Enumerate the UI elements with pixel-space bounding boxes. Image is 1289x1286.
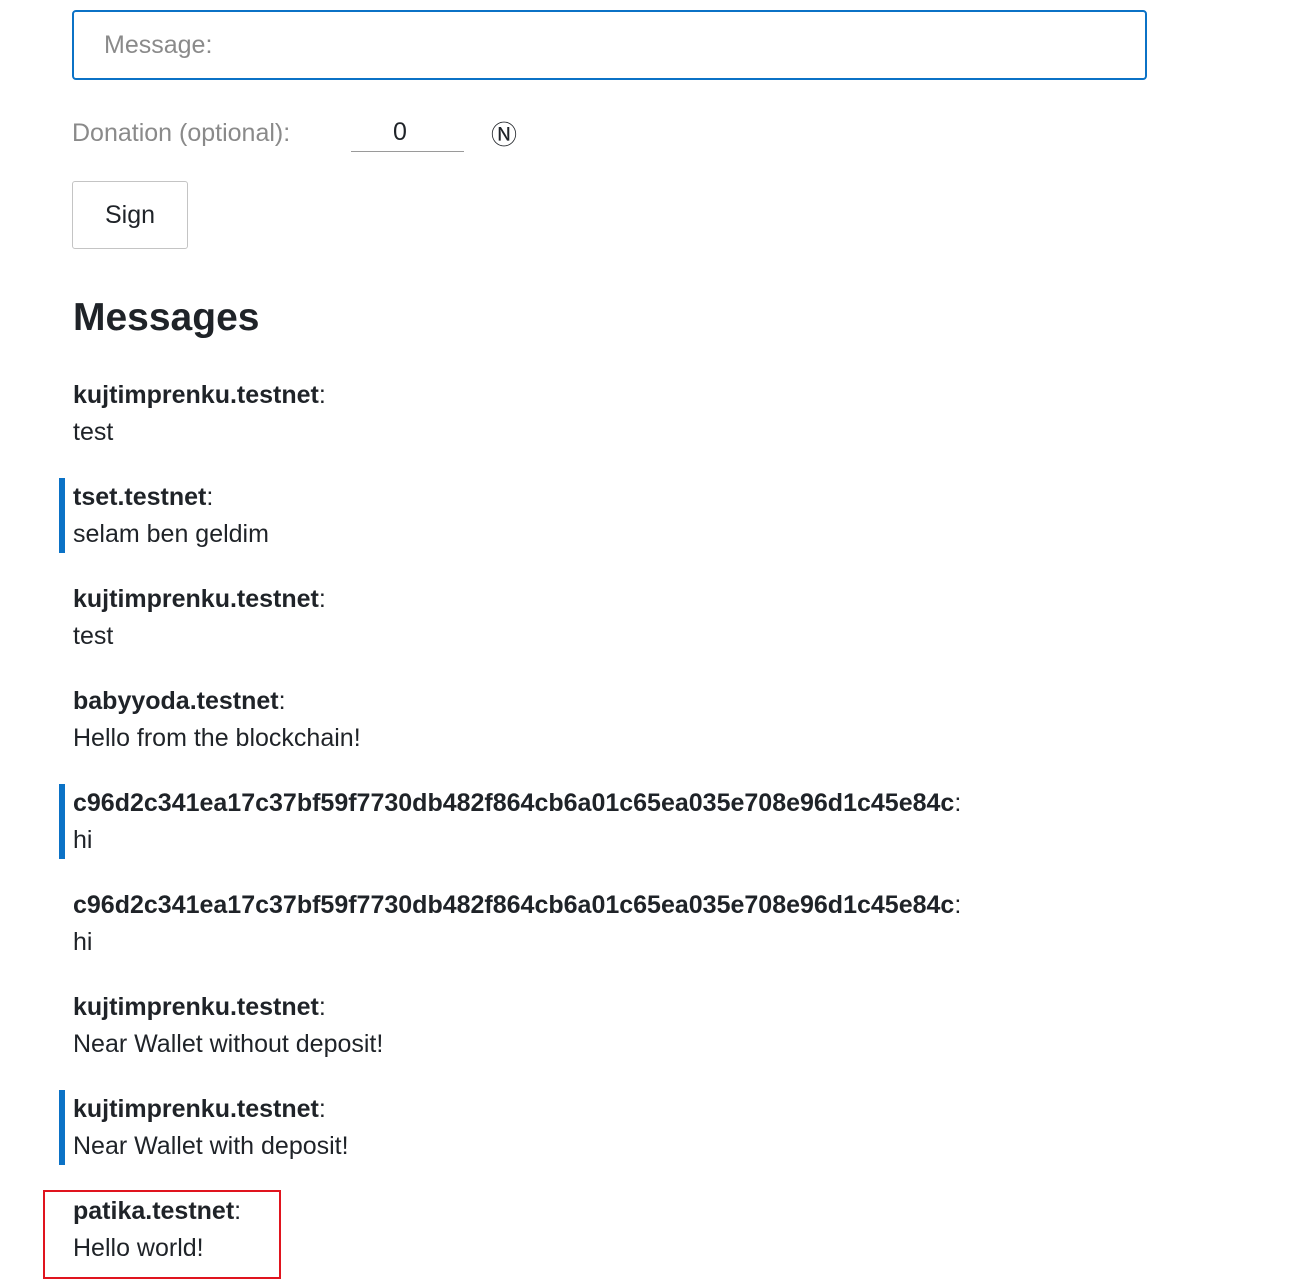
message-text: Near Wallet without deposit! (73, 1030, 384, 1058)
highlight-box (43, 1190, 281, 1279)
message-text: selam ben geldim (73, 520, 269, 548)
message-sender: c96d2c341ea17c37bf59f7730db482f864cb6a01… (73, 789, 955, 817)
message-sender: tset.testnet (73, 483, 207, 511)
message-field[interactable]: Message: (72, 10, 1147, 80)
sender-separator: : (318, 585, 326, 613)
sender-separator: : (206, 483, 214, 511)
sender-separator: : (954, 891, 962, 919)
sender-separator: : (318, 381, 326, 409)
donation-input[interactable] (351, 114, 464, 152)
donation-label: Donation (optional): (72, 118, 291, 147)
message-text: test (73, 418, 114, 446)
message-sender: kujtimprenku.testnet (73, 993, 319, 1021)
sender-separator: : (954, 789, 962, 817)
donation-row: Donation (optional): Ⓝ (72, 112, 517, 154)
message-text: hi (73, 826, 93, 854)
message-text: hi (73, 928, 93, 956)
message-sender: c96d2c341ea17c37bf59f7730db482f864cb6a01… (73, 891, 955, 919)
sign-button[interactable]: Sign (72, 181, 188, 249)
message-item: babyyoda.testnet: Hello from the blockch… (59, 682, 1209, 757)
message-item: kujtimprenku.testnet: test (59, 376, 1209, 451)
message-sender: kujtimprenku.testnet (73, 381, 319, 409)
message-text: Hello from the blockchain! (73, 724, 361, 752)
near-currency-icon: Ⓝ (491, 120, 518, 151)
sender-separator: : (278, 687, 286, 715)
sender-separator: : (318, 1095, 326, 1123)
message-item: c96d2c341ea17c37bf59f7730db482f864cb6a01… (59, 886, 1209, 961)
message-sender: kujtimprenku.testnet (73, 585, 319, 613)
message-item-premium: c96d2c341ea17c37bf59f7730db482f864cb6a01… (59, 784, 1209, 859)
messages-heading: Messages (73, 296, 260, 339)
message-text: Near Wallet with deposit! (73, 1132, 349, 1160)
message-sender: kujtimprenku.testnet (73, 1095, 319, 1123)
message-item-premium: tset.testnet: selam ben geldim (59, 478, 1209, 553)
message-text: test (73, 622, 114, 650)
message-item: kujtimprenku.testnet: test (59, 580, 1209, 655)
message-label: Message: (104, 30, 213, 59)
sender-separator: : (318, 993, 326, 1021)
message-item-premium: kujtimprenku.testnet: Near Wallet with d… (59, 1090, 1209, 1165)
message-sender: babyyoda.testnet (73, 687, 279, 715)
message-item: kujtimprenku.testnet: Near Wallet withou… (59, 988, 1209, 1063)
message-input[interactable] (226, 27, 1145, 63)
